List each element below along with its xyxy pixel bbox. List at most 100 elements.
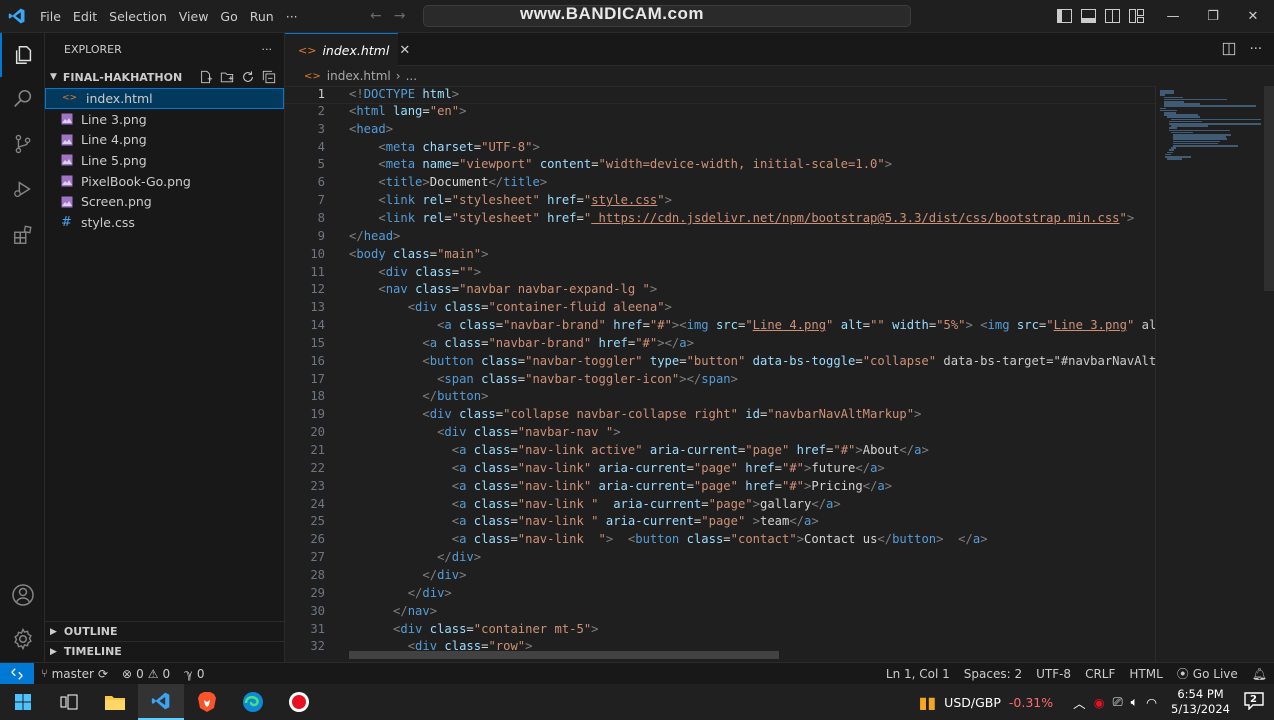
- breadcrumb-file[interactable]: index.html: [327, 69, 391, 83]
- code-line[interactable]: 2 <html lang="en">: [285, 104, 1155, 122]
- code-line[interactable]: 3 <head>: [285, 122, 1155, 140]
- code-line[interactable]: 21 <a class="nav-link active" aria-curre…: [285, 443, 1155, 461]
- workspace-folder[interactable]: ▼ FINAL-HAKHATHON: [45, 66, 284, 88]
- close-tab-icon[interactable]: ✕: [399, 43, 410, 58]
- vscode-taskbar-icon[interactable]: [138, 684, 184, 720]
- accounts-icon[interactable]: [0, 573, 45, 617]
- menu-edit[interactable]: Edit: [67, 9, 103, 24]
- code-line[interactable]: 26 <a class="nav-link "> <button class="…: [285, 532, 1155, 550]
- source-control-icon[interactable]: [0, 122, 45, 166]
- code-line[interactable]: 23 <a class="nav-link" aria-current="pag…: [285, 479, 1155, 497]
- collapse-all-icon[interactable]: [262, 70, 276, 84]
- code-line[interactable]: 20 <div class="navbar-nav ">: [285, 425, 1155, 443]
- code-line[interactable]: 31 <div class="container mt-5">: [285, 622, 1155, 640]
- code-line[interactable]: 19 <div class="collapse navbar-collapse …: [285, 407, 1155, 425]
- forward-arrow-icon[interactable]: →: [394, 8, 406, 24]
- code-line[interactable]: 17 <span class="navbar-toggler-icon"></s…: [285, 372, 1155, 390]
- menu-go[interactable]: Go: [214, 9, 243, 24]
- back-arrow-icon[interactable]: ←: [370, 8, 382, 24]
- branch-item[interactable]: ⑂ master ⟳: [34, 667, 115, 681]
- indentation[interactable]: Spaces: 2: [957, 667, 1029, 681]
- edge-browser-icon[interactable]: [230, 684, 276, 720]
- restore-button[interactable]: ❐: [1193, 0, 1233, 32]
- cursor-position[interactable]: Ln 1, Col 1: [879, 667, 957, 681]
- volume-icon[interactable]: 🔈︎: [1131, 694, 1139, 710]
- file-item[interactable]: Line 3.png: [45, 109, 284, 130]
- file-item[interactable]: # style.css: [45, 212, 284, 233]
- windows-start-icon[interactable]: [0, 684, 46, 720]
- code-line[interactable]: 27 </div>: [285, 550, 1155, 568]
- minimize-button[interactable]: —: [1153, 0, 1193, 32]
- search-icon[interactable]: [0, 77, 45, 121]
- show-hidden-icons-chevron-icon[interactable]: ︿: [1073, 693, 1086, 712]
- file-item[interactable]: Line 4.png: [45, 129, 284, 150]
- recording-indicator-icon[interactable]: ◉: [1094, 695, 1105, 710]
- code-line[interactable]: 6 <title>Document</title>: [285, 175, 1155, 193]
- settings-gear-icon[interactable]: [0, 617, 45, 661]
- menu-run[interactable]: Run: [244, 9, 280, 24]
- code-line[interactable]: 7 <link rel="stylesheet" href="style.css…: [285, 193, 1155, 211]
- code-line[interactable]: 25 <a class="nav-link " aria-current="pa…: [285, 514, 1155, 532]
- ticker-pair[interactable]: USD/GBP: [944, 695, 1001, 710]
- toggle-secondary-sidebar-icon[interactable]: [1105, 9, 1120, 23]
- vertical-scrollbar[interactable]: [1264, 86, 1274, 291]
- system-clock[interactable]: 6:54 PM 5/13/2024: [1171, 687, 1230, 717]
- task-view-icon[interactable]: [46, 684, 92, 720]
- breadcrumb-rest[interactable]: ...: [406, 69, 417, 83]
- toggle-panel-icon[interactable]: [1081, 9, 1096, 23]
- code-line[interactable]: 10 <body class="main">: [285, 247, 1155, 265]
- code-line[interactable]: 16 <button class="navbar-toggler" type="…: [285, 354, 1155, 372]
- code-line[interactable]: 13 <div class="container-fluid aleena">: [285, 300, 1155, 318]
- notifications-bell-icon[interactable]: 🔔︎: [1245, 667, 1274, 681]
- code-line[interactable]: 18 </button>: [285, 389, 1155, 407]
- code-line[interactable]: 5 <meta name="viewport" content="width=d…: [285, 157, 1155, 175]
- toggle-sidebar-icon[interactable]: [1057, 9, 1072, 23]
- code-line[interactable]: 30 </nav>: [285, 604, 1155, 622]
- editor-more-button[interactable]: ···: [1250, 42, 1262, 57]
- extensions-icon[interactable]: [0, 213, 45, 257]
- code-editor[interactable]: 1 <!DOCTYPE html> 2 <html lang="en"> 3 <head>…: [285, 86, 1155, 662]
- go-live-item[interactable]: ⦿ Go Live: [1170, 665, 1245, 682]
- file-item[interactable]: PixelBook-Go.png: [45, 171, 284, 192]
- code-line[interactable]: 14 <a class="navbar-brand" href="#"><img…: [285, 318, 1155, 336]
- brave-browser-icon[interactable]: [184, 684, 230, 720]
- tab-index-html[interactable]: <> index.html ✕: [285, 33, 410, 66]
- menu-selection[interactable]: Selection: [103, 9, 173, 24]
- code-line[interactable]: 8 <link rel="stylesheet" href=" https://…: [285, 211, 1155, 229]
- menu-view[interactable]: View: [173, 9, 215, 24]
- code-line[interactable]: 15 <a class="navbar-brand" href="#"></a>: [285, 336, 1155, 354]
- code-line[interactable]: 22 <a class="nav-link" aria-current="pag…: [285, 461, 1155, 479]
- explorer-icon[interactable]: [0, 33, 45, 77]
- split-editor-icon[interactable]: [1222, 42, 1236, 56]
- file-explorer-icon[interactable]: [92, 684, 138, 720]
- code-line[interactable]: 11 <div class="">: [285, 265, 1155, 283]
- meet-now-icon[interactable]: ⎚: [1113, 694, 1123, 710]
- horizontal-scrollbar[interactable]: [349, 651, 779, 659]
- menu-more[interactable]: ···: [280, 9, 304, 24]
- ports-item[interactable]: ℽ 0: [177, 667, 211, 681]
- outline-section[interactable]: ▶ OUTLINE: [45, 621, 285, 641]
- menu-file[interactable]: File: [34, 9, 67, 24]
- line-ending[interactable]: CRLF: [1078, 667, 1122, 681]
- code-line[interactable]: 29 </div>: [285, 586, 1155, 604]
- code-line[interactable]: 12 <nav class="navbar navbar-expand-lg "…: [285, 282, 1155, 300]
- notification-center[interactable]: 2: [1244, 691, 1268, 713]
- explorer-more-button[interactable]: ···: [262, 43, 273, 56]
- code-line[interactable]: 1 <!DOCTYPE html>: [285, 86, 1155, 104]
- file-item[interactable]: <> index.html: [45, 88, 284, 109]
- code-line[interactable]: 24 <a class="nav-link " aria-current="pa…: [285, 497, 1155, 515]
- bandicam-record-icon[interactable]: [276, 684, 322, 720]
- new-file-icon[interactable]: [199, 70, 213, 84]
- remote-indicator-icon[interactable]: [0, 662, 34, 685]
- close-window-button[interactable]: ✕: [1233, 0, 1273, 32]
- file-item[interactable]: Screen.png: [45, 191, 284, 212]
- new-folder-icon[interactable]: [220, 70, 234, 84]
- timeline-section[interactable]: ▶ TIMELINE: [45, 641, 285, 661]
- language-mode[interactable]: HTML: [1122, 667, 1169, 681]
- code-line[interactable]: 9 </head>: [285, 229, 1155, 247]
- wifi-icon[interactable]: ◠: [1146, 695, 1157, 710]
- problems-item[interactable]: ⊗ 0 ⚠ 0: [115, 667, 177, 681]
- customize-layout-icon[interactable]: [1129, 9, 1144, 23]
- file-item[interactable]: Line 5.png: [45, 150, 284, 171]
- minimap[interactable]: [1155, 86, 1262, 662]
